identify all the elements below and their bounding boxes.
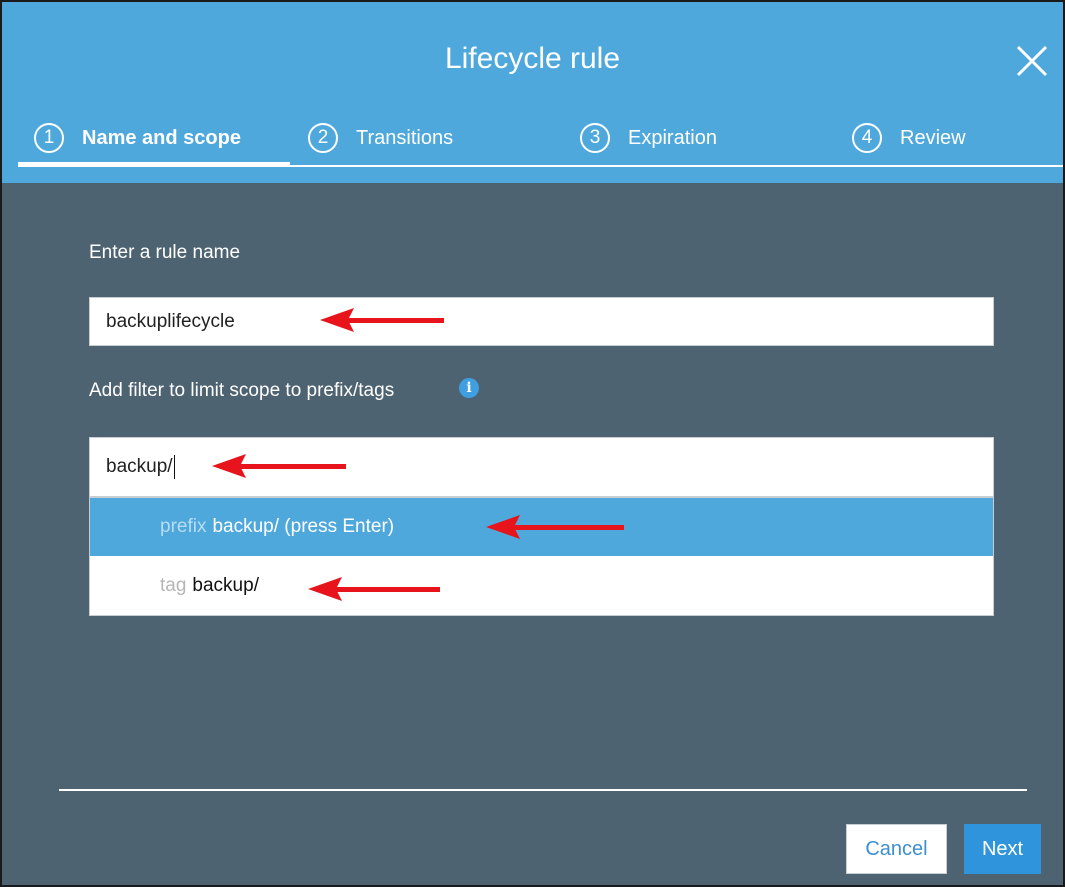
tab-expiration[interactable]: 3 Expiration [580, 120, 717, 156]
tab-name-and-scope[interactable]: 1 Name and scope [34, 120, 241, 156]
rule-name-value: backuplifecycle [106, 310, 235, 332]
dialog-header: Lifecycle rule 1 Name and scope 2 Transi… [2, 2, 1063, 183]
annotation-arrow-icon [320, 308, 444, 332]
suggestion-text: backup/ (press Enter) [212, 516, 395, 537]
step-label-expiration: Expiration [628, 126, 717, 149]
annotation-arrow-icon [212, 454, 346, 478]
text-caret [173, 455, 175, 479]
close-icon[interactable] [1015, 44, 1049, 78]
tab-transitions[interactable]: 2 Transitions [308, 120, 453, 156]
filter-label: Add filter to limit scope to prefix/tags [89, 380, 395, 401]
suggestion-tag[interactable]: tag backup/ [90, 557, 993, 615]
tab-review[interactable]: 4 Review [852, 120, 966, 156]
footer-divider [59, 789, 1027, 791]
rule-name-label: Enter a rule name [89, 242, 241, 263]
cancel-button[interactable]: Cancel [846, 824, 947, 874]
step-number-1: 1 [34, 123, 64, 153]
suggestion-kind: tag [160, 575, 187, 596]
filter-value: backup/ [106, 456, 173, 477]
suggestion-kind: prefix [160, 516, 207, 537]
step-number-2: 2 [308, 123, 338, 153]
active-step-indicator [18, 162, 290, 167]
suggestion-text: backup/ [192, 575, 259, 596]
info-icon[interactable]: i [459, 378, 479, 398]
step-number-4: 4 [852, 123, 882, 153]
rule-name-input[interactable]: backuplifecycle [89, 297, 994, 346]
step-label-review: Review [900, 126, 966, 149]
annotation-arrow-icon [486, 515, 624, 539]
step-label-transitions: Transitions [356, 126, 454, 149]
annotation-arrow-icon [308, 577, 440, 601]
dialog-title: Lifecycle rule [444, 42, 621, 75]
lifecycle-rule-dialog: Lifecycle rule 1 Name and scope 2 Transi… [0, 0, 1065, 887]
step-label-name-and-scope: Name and scope [82, 126, 241, 149]
next-button[interactable]: Next [964, 824, 1041, 874]
step-number-3: 3 [580, 123, 610, 153]
